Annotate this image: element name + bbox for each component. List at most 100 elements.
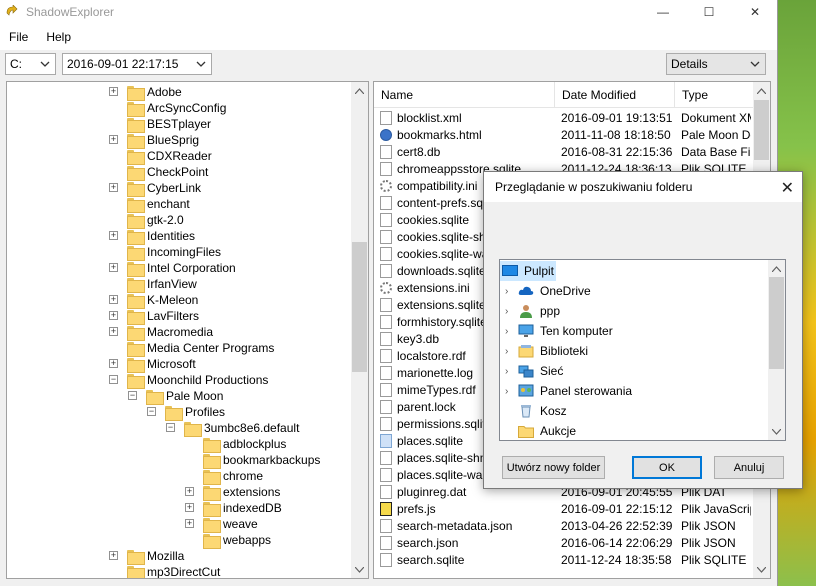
file-row[interactable]: blocklist.xml 2016-09-01 19:13:51 Dokument… xyxy=(374,109,753,126)
tree-item[interactable]: mp3DirectCut xyxy=(107,564,220,578)
tree-item[interactable]: IncomingFiles xyxy=(107,244,221,261)
expand-icon[interactable]: + xyxy=(185,487,194,496)
column-date-modified[interactable]: Date Modified xyxy=(555,82,675,108)
dialog-folder-item[interactable]: Aukcje xyxy=(500,421,760,441)
list-scroll-thumb[interactable] xyxy=(754,100,769,160)
dialog-folder-item[interactable]: › Biblioteki xyxy=(500,341,760,361)
expand-icon[interactable]: + xyxy=(109,311,118,320)
tree-item[interactable]: + indexedDB xyxy=(183,500,282,517)
tree-item[interactable]: Media Center Programs xyxy=(107,340,274,357)
tree-item[interactable]: + K-Meleon xyxy=(107,292,198,309)
expand-icon[interactable]: + xyxy=(109,359,118,368)
tree-item[interactable]: gtk-2.0 xyxy=(107,212,184,229)
snapshot-select[interactable]: 2016-09-01 22:17:15 xyxy=(62,53,212,75)
expand-icon[interactable]: + xyxy=(109,231,118,240)
maximize-button[interactable]: ☐ xyxy=(686,0,732,24)
tree-item[interactable]: − 3umbc8e6.default xyxy=(164,420,299,437)
tree-item[interactable]: chrome xyxy=(183,468,263,485)
tree-item[interactable]: − Moonchild Productions xyxy=(107,372,268,389)
tree-item[interactable]: + Mozilla xyxy=(107,548,184,565)
view-select[interactable]: Details xyxy=(666,53,766,75)
minimize-button[interactable]: — xyxy=(640,0,686,24)
chevron-right-icon[interactable]: › xyxy=(505,366,515,377)
column-type[interactable]: Type xyxy=(675,82,755,108)
dialog-close-button[interactable]: ✕ xyxy=(781,178,794,198)
tree-item[interactable]: + Microsoft xyxy=(107,356,196,373)
tree-vertical-scrollbar[interactable] xyxy=(351,82,368,578)
dialog-folder-item[interactable]: › Ten komputer xyxy=(500,321,760,341)
dialog-vertical-scrollbar[interactable] xyxy=(768,260,785,440)
cancel-button[interactable]: Anuluj xyxy=(714,456,784,479)
menu-help[interactable]: Help xyxy=(37,30,80,44)
dialog-folder-item[interactable]: › Panel sterowania xyxy=(500,381,760,401)
tree-item[interactable]: adblockplus xyxy=(183,436,286,453)
scroll-down-arrow-icon[interactable] xyxy=(768,423,785,440)
expand-icon[interactable]: + xyxy=(109,551,118,560)
dialog-folder-item[interactable]: Pulpit xyxy=(500,261,556,281)
dialog-folder-item[interactable]: › Sieć xyxy=(500,361,760,381)
file-row[interactable]: search-metadata.json 2013-04-26 22:52:39 P… xyxy=(374,517,753,534)
scroll-up-arrow-icon[interactable] xyxy=(351,82,368,99)
column-name[interactable]: Name xyxy=(374,82,555,108)
scroll-down-arrow-icon[interactable] xyxy=(753,561,770,578)
collapse-icon[interactable]: − xyxy=(128,391,137,400)
chevron-right-icon[interactable]: › xyxy=(505,346,515,357)
dialog-folder-item[interactable]: › ppp xyxy=(500,301,760,321)
folder-tree[interactable]: + Adobe ArcSyncConfig BESTplayer + BlueSprig C… xyxy=(6,81,369,579)
dialog-folder-label: Pulpit xyxy=(524,264,555,278)
tree-item[interactable]: + Macromedia xyxy=(107,324,213,341)
tree-item[interactable]: BESTplayer xyxy=(107,116,211,133)
file-row[interactable]: search.json 2016-06-14 22:06:29 Plik JSON xyxy=(374,534,753,551)
collapse-icon[interactable]: − xyxy=(109,375,118,384)
chevron-right-icon[interactable]: › xyxy=(505,386,515,397)
menu-file[interactable]: File xyxy=(0,30,37,44)
file-row[interactable]: prefs.js 2016-09-01 22:15:12 Plik JavaScri… xyxy=(374,500,753,517)
tree-item[interactable]: + extensions xyxy=(183,484,280,501)
expand-icon[interactable]: + xyxy=(185,519,194,528)
collapse-icon[interactable]: − xyxy=(166,423,175,432)
chevron-right-icon[interactable]: › xyxy=(505,286,515,297)
dialog-folder-item[interactable]: › OneDrive xyxy=(500,281,760,301)
tree-scroll-thumb[interactable] xyxy=(352,242,367,372)
chevron-right-icon[interactable]: › xyxy=(505,306,515,317)
file-row[interactable]: cert8.db 2016-08-31 22:15:36 Data Base Fil… xyxy=(374,143,753,160)
tree-item[interactable]: CheckPoint xyxy=(107,164,208,181)
tree-item[interactable]: + Identities xyxy=(107,228,195,245)
tree-item[interactable]: + weave xyxy=(183,516,258,533)
dialog-scroll-thumb[interactable] xyxy=(769,277,784,369)
tree-item[interactable]: webapps xyxy=(183,532,271,549)
tree-item[interactable]: CDXReader xyxy=(107,148,212,165)
tree-item[interactable]: − Profiles xyxy=(145,404,225,421)
expand-icon[interactable]: + xyxy=(185,503,194,512)
tree-item[interactable]: bookmarkbackups xyxy=(183,452,320,469)
expand-icon[interactable]: + xyxy=(109,183,118,192)
tree-item[interactable]: + BlueSprig xyxy=(107,132,199,149)
tree-item[interactable]: + Adobe xyxy=(107,84,182,101)
file-row[interactable]: bookmarks.html 2011-11-08 18:18:50 Pale Mo… xyxy=(374,126,753,143)
new-folder-button[interactable]: Utwórz nowy folder xyxy=(502,456,605,479)
ok-button[interactable]: OK xyxy=(632,456,702,479)
expand-icon[interactable]: + xyxy=(109,135,118,144)
tree-item[interactable]: − Pale Moon xyxy=(126,388,223,405)
tree-item[interactable]: + Intel Corporation xyxy=(107,260,236,277)
expand-icon[interactable]: + xyxy=(109,327,118,336)
expand-icon[interactable]: + xyxy=(109,263,118,272)
tree-item[interactable]: ArcSyncConfig xyxy=(107,100,226,117)
drive-select[interactable]: C: xyxy=(5,53,56,75)
tree-item[interactable]: enchant xyxy=(107,196,190,213)
tree-item[interactable]: IrfanView xyxy=(107,276,197,293)
file-icon xyxy=(380,348,392,363)
chevron-right-icon[interactable]: › xyxy=(505,326,515,337)
scroll-down-arrow-icon[interactable] xyxy=(351,561,368,578)
collapse-icon[interactable]: − xyxy=(147,407,156,416)
expand-icon[interactable]: + xyxy=(109,87,118,96)
dialog-folder-item[interactable]: Kosz xyxy=(500,401,760,421)
dialog-folder-tree[interactable]: Pulpit › OneDrive › ppp › Ten komputer › Bibliot… xyxy=(499,259,786,441)
expand-icon[interactable]: + xyxy=(109,295,118,304)
scroll-up-arrow-icon[interactable] xyxy=(753,82,770,99)
close-button[interactable]: ✕ xyxy=(732,0,778,24)
tree-item[interactable]: + CyberLink xyxy=(107,180,201,197)
tree-item[interactable]: + LavFilters xyxy=(107,308,199,325)
file-row[interactable]: search.sqlite 2011-12-24 18:35:58 Plik SQL… xyxy=(374,551,753,568)
scroll-up-arrow-icon[interactable] xyxy=(768,260,785,277)
